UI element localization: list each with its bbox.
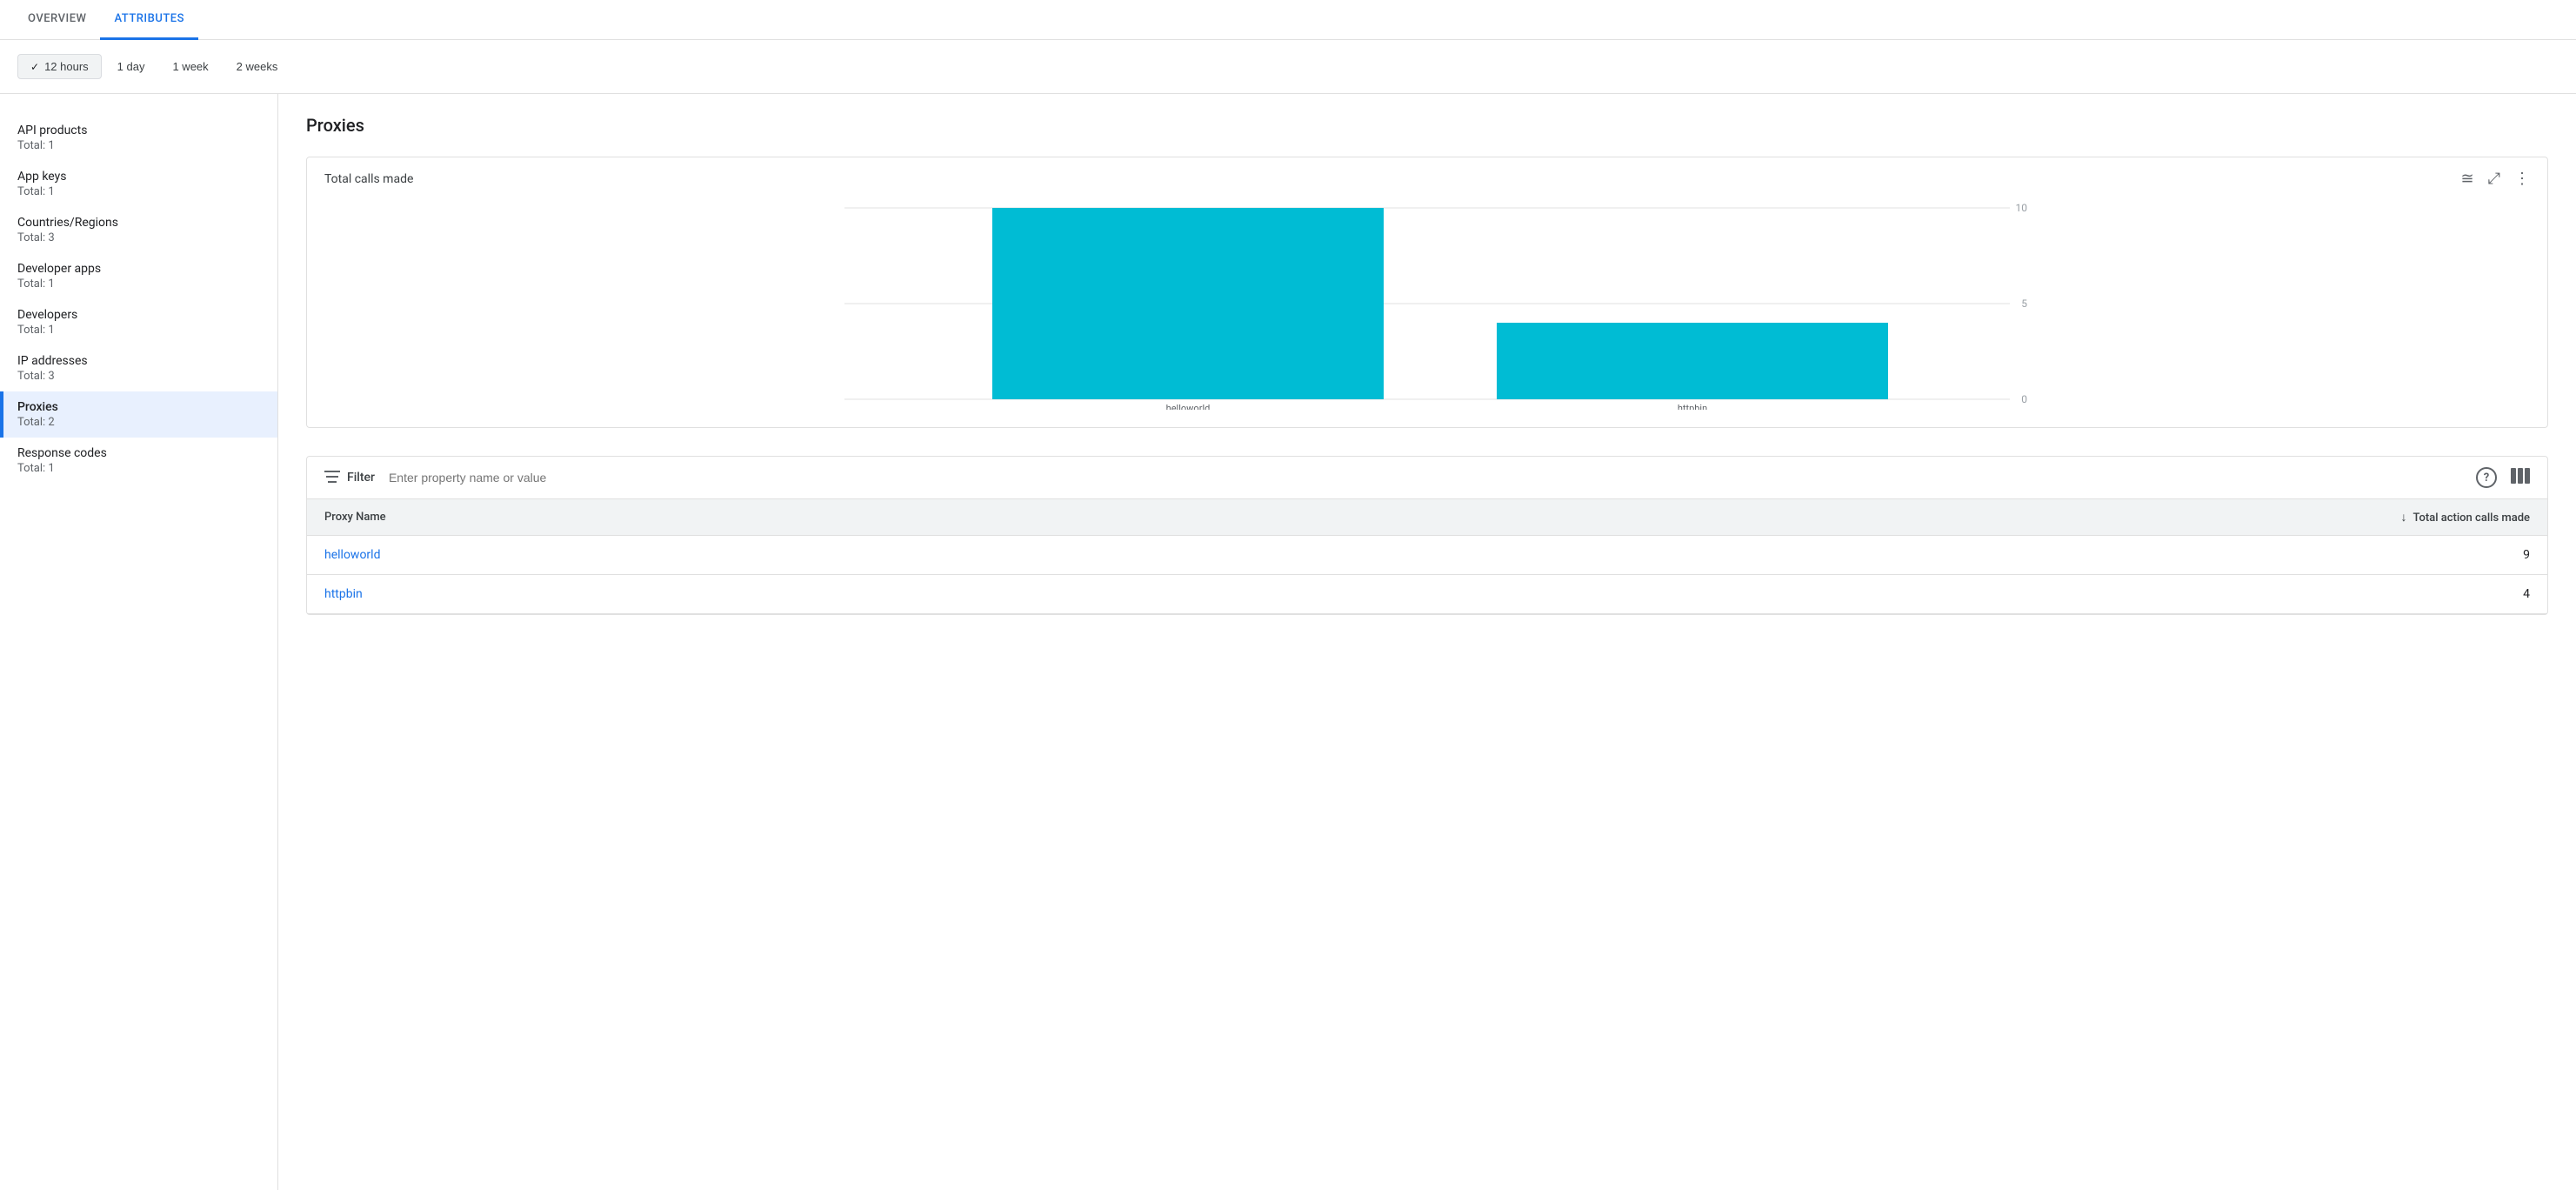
sidebar-item-countries-regions[interactable]: Countries/Regions Total: 3 (0, 207, 277, 253)
proxy-calls-cell: 9 (1136, 536, 2547, 575)
bar-httpbin[interactable] (1497, 323, 1888, 399)
proxy-name-link-httpbin[interactable]: httpbin (324, 587, 363, 601)
columns-icon[interactable] (2511, 468, 2530, 487)
sidebar-item-app-keys[interactable]: App keys Total: 1 (0, 161, 277, 207)
sidebar-item-developer-apps[interactable]: Developer apps Total: 1 (0, 253, 277, 299)
svg-text:10: 10 (2016, 202, 2028, 214)
filter-label: Filter (347, 471, 375, 485)
time-filter-1week[interactable]: 1 week (160, 55, 220, 78)
chart-actions: ≅ ⤢ ⋮ (2461, 171, 2531, 187)
sidebar-item-proxies[interactable]: Proxies Total: 2 (0, 391, 277, 438)
main-layout: API products Total: 1 App keys Total: 1 … (0, 94, 2576, 1190)
svg-text:5: 5 (2021, 298, 2027, 310)
chart-card: Total calls made ≅ ⤢ ⋮ 10 5 0 (306, 157, 2548, 428)
time-filter-bar: ✓ 12 hours 1 day 1 week 2 weeks (0, 40, 2576, 94)
table-row: httpbin 4 (307, 575, 2547, 614)
proxy-name-link-helloworld[interactable]: helloworld (324, 548, 380, 562)
filter-input[interactable] (382, 471, 2469, 485)
chart-title: Total calls made (324, 172, 413, 186)
top-tabs-bar: OVERVIEW ATTRIBUTES (0, 0, 2576, 40)
table-card: Filter ? (306, 456, 2548, 615)
chart-header: Total calls made ≅ ⤢ ⋮ (307, 157, 2547, 201)
svg-text:0: 0 (2021, 393, 2027, 405)
content-area: Proxies Total calls made ≅ ⤢ ⋮ 10 5 0 (278, 94, 2576, 1190)
bar-chart: 10 5 0 helloworld httpbin (324, 201, 2530, 410)
svg-text:helloworld: helloworld (1166, 403, 1211, 410)
sidebar-item-developers[interactable]: Developers Total: 1 (0, 299, 277, 345)
page-title: Proxies (306, 115, 2548, 136)
col-total-calls[interactable]: ↓ Total action calls made (1136, 499, 2547, 536)
data-table: Proxy Name ↓ Total action calls made hel… (307, 499, 2547, 614)
chart-container: 10 5 0 helloworld httpbin (307, 201, 2547, 427)
proxy-calls-cell: 4 (1136, 575, 2547, 614)
chart-legend-icon[interactable]: ≅ (2461, 171, 2474, 187)
time-filter-1day[interactable]: 1 day (105, 55, 157, 78)
sidebar-item-response-codes[interactable]: Response codes Total: 1 (0, 438, 277, 484)
help-icon[interactable]: ? (2476, 467, 2497, 488)
sort-down-icon: ↓ (2401, 510, 2407, 525)
tab-attributes[interactable]: ATTRIBUTES (100, 0, 197, 40)
chart-more-icon[interactable]: ⋮ (2514, 171, 2530, 187)
filter-right-icons: ? (2476, 467, 2530, 488)
filter-bar: Filter ? (307, 457, 2547, 499)
sidebar-item-api-products[interactable]: API products Total: 1 (0, 115, 277, 161)
proxy-name-cell: helloworld (307, 536, 1136, 575)
table-row: helloworld 9 (307, 536, 2547, 575)
proxy-name-cell: httpbin (307, 575, 1136, 614)
tab-overview[interactable]: OVERVIEW (14, 0, 100, 40)
sidebar: API products Total: 1 App keys Total: 1 … (0, 94, 278, 1190)
filter-icon (324, 470, 340, 486)
time-filter-2weeks[interactable]: 2 weeks (224, 55, 290, 78)
sidebar-item-ip-addresses[interactable]: IP addresses Total: 3 (0, 345, 277, 391)
checkmark-icon: ✓ (30, 61, 39, 73)
svg-text:httpbin: httpbin (1678, 403, 1707, 410)
col-proxy-name[interactable]: Proxy Name (307, 499, 1136, 536)
chart-fullscreen-icon[interactable]: ⤢ (2488, 171, 2500, 187)
time-filter-12hours[interactable]: ✓ 12 hours (17, 54, 102, 79)
table-header-row: Proxy Name ↓ Total action calls made (307, 499, 2547, 536)
bar-helloworld[interactable] (992, 208, 1384, 399)
